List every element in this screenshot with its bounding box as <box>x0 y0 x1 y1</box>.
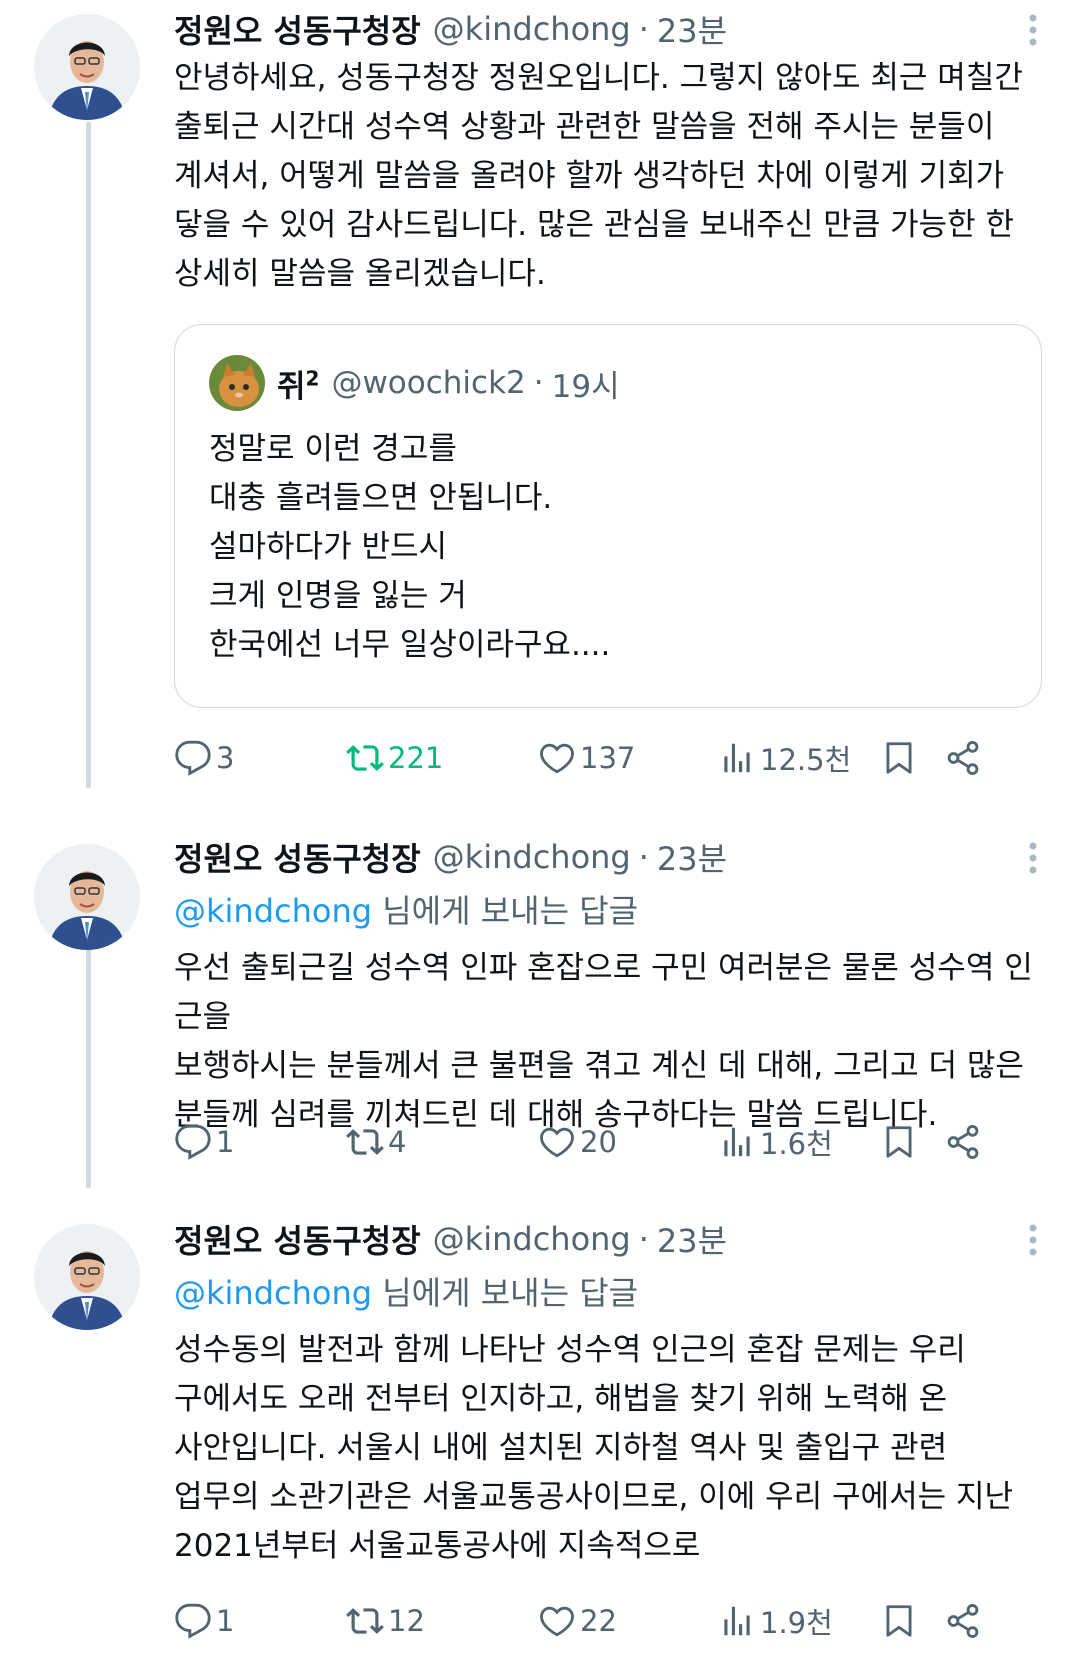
views-icon <box>724 1127 750 1157</box>
views-count: 1.6천 <box>760 1127 833 1161</box>
reply-count: 1 <box>216 1604 235 1638</box>
mention-link[interactable]: @kindchong <box>174 1274 372 1312</box>
reply-to-line: @kindchong 님에게 보내는 답글 <box>174 886 1050 936</box>
bookmark-icon <box>886 1605 912 1637</box>
share-button[interactable] <box>944 1118 986 1166</box>
more-icon[interactable] <box>1018 840 1048 876</box>
tweet-header: 정원오 성동구청장 @kindchong · 23분 <box>174 1216 1050 1262</box>
like-count: 22 <box>580 1604 617 1638</box>
action-bar: 1 4 20 1.6천 <box>174 1118 980 1166</box>
retweet-icon <box>346 745 384 771</box>
retweet-button[interactable]: 221 <box>346 734 443 782</box>
author-handle[interactable]: @kindchong <box>433 10 631 48</box>
share-icon <box>947 1125 979 1159</box>
tweet[interactable]: 정원오 성동구청장 @kindchong · 23분 @kindchong 님에… <box>0 1204 1080 1669</box>
like-icon <box>540 1606 574 1637</box>
avatar[interactable] <box>34 14 140 120</box>
separator-dot: · <box>638 1220 649 1258</box>
quote-timestamp: 19시 <box>551 368 620 405</box>
reply-to-line: @kindchong 님에게 보내는 답글 <box>174 1268 1050 1318</box>
like-count: 137 <box>580 741 636 775</box>
views-count: 12.5천 <box>760 743 852 777</box>
author-handle[interactable]: @kindchong <box>433 1220 631 1258</box>
share-button[interactable] <box>944 734 986 782</box>
tweet[interactable]: 정원오 성동구청장 @kindchong · 23분 안녕하세요, 성동구청장 … <box>0 0 1080 790</box>
retweet-button[interactable]: 4 <box>346 1118 406 1166</box>
views-icon <box>724 743 750 773</box>
avatar <box>209 355 265 411</box>
tweet-header: 정원오 성동구청장 @kindchong · 23분 <box>174 6 1050 52</box>
like-button[interactable]: 137 <box>538 734 635 782</box>
action-bar: 1 12 22 1.9천 <box>174 1597 980 1645</box>
like-count: 20 <box>580 1125 617 1159</box>
action-bar: 3 221 137 12.5천 <box>174 734 980 782</box>
reply-icon <box>175 1603 211 1639</box>
quote-text: 정말로 이런 경고를 대충 흘려들으면 안됩니다. 설마하다가 반드시 크게 인… <box>209 431 611 663</box>
share-icon <box>947 1604 979 1638</box>
reply-to-text: 님에게 보내는 답글 <box>372 1274 639 1312</box>
reply-button[interactable]: 3 <box>174 734 234 782</box>
author-handle[interactable]: @kindchong <box>433 838 631 876</box>
tweet-text: 안녕하세요, 성동구청장 정원오입니다. 그렇지 않아도 최근 며칠간 출퇴근 … <box>174 60 1023 292</box>
quote-tweet[interactable]: 쥐2 @woochick2 · 19시 정말로 이런 경고를 대충 흘려들으면 … <box>174 324 1042 708</box>
retweet-count: 221 <box>388 741 444 775</box>
retweet-count: 4 <box>388 1125 407 1159</box>
more-icon[interactable] <box>1018 1222 1048 1258</box>
tweet[interactable]: 정원오 성동구청장 @kindchong · 23분 @kindchong 님에… <box>0 822 1080 1182</box>
mention-link[interactable]: @kindchong <box>174 892 372 930</box>
views-count: 1.9천 <box>760 1606 833 1640</box>
author-name[interactable]: 정원오 성동구청장 <box>174 6 421 52</box>
tweet-header: 정원오 성동구청장 @kindchong · 23분 <box>174 834 1050 880</box>
retweet-button[interactable]: 12 <box>346 1597 425 1645</box>
like-button[interactable]: 22 <box>538 1597 617 1645</box>
quote-header: 쥐2 @woochick2 · 19시 <box>209 355 620 411</box>
timestamp[interactable]: 23분 <box>657 834 727 880</box>
share-button[interactable] <box>944 1597 986 1645</box>
avatar[interactable] <box>34 844 140 950</box>
reply-button[interactable]: 1 <box>174 1597 234 1645</box>
bookmark-button[interactable] <box>880 734 922 782</box>
bookmark-icon <box>886 742 912 774</box>
separator-dot: · <box>638 10 649 48</box>
reply-count: 1 <box>216 1125 235 1159</box>
timestamp[interactable]: 23분 <box>657 6 727 52</box>
separator-dot: · <box>638 838 649 876</box>
timestamp[interactable]: 23분 <box>657 1216 727 1262</box>
reply-count: 3 <box>216 741 235 775</box>
share-icon <box>947 741 979 775</box>
more-icon[interactable] <box>1018 12 1048 48</box>
bookmark-button[interactable] <box>880 1597 922 1645</box>
retweet-icon <box>346 1129 384 1155</box>
bookmark-button[interactable] <box>880 1118 922 1166</box>
bookmark-icon <box>886 1126 912 1158</box>
views-button[interactable]: 12.5천 <box>718 734 851 782</box>
reply-button[interactable]: 1 <box>174 1118 234 1166</box>
author-name[interactable]: 정원오 성동구청장 <box>174 834 421 880</box>
views-icon <box>724 1606 750 1636</box>
views-button[interactable]: 1.9천 <box>718 1597 833 1645</box>
like-icon <box>540 1127 574 1158</box>
reply-icon <box>175 1124 211 1160</box>
author-name[interactable]: 정원오 성동구청장 <box>174 1216 421 1262</box>
tweet-text: 성수동의 발전과 함께 나타난 성수역 인근의 혼잡 문제는 우리 구에서도 오… <box>174 1332 1014 1564</box>
retweet-count: 12 <box>388 1604 425 1638</box>
views-button[interactable]: 1.6천 <box>718 1118 833 1166</box>
retweet-icon <box>346 1608 384 1634</box>
like-button[interactable]: 20 <box>538 1118 617 1166</box>
avatar[interactable] <box>34 1224 140 1330</box>
tweet-text: 우선 출퇴근길 성수역 인파 혼잡으로 구민 여러분은 물론 성수역 인근을 보… <box>174 950 1033 1133</box>
quote-author-name-superscript: 2 <box>305 366 320 391</box>
reply-to-text: 님에게 보내는 답글 <box>372 892 639 930</box>
reply-icon <box>175 740 211 776</box>
quote-author-name: 쥐2 <box>277 366 320 405</box>
quote-author-handle: @woochick2 <box>331 365 526 401</box>
separator-dot: · <box>533 365 544 401</box>
like-icon <box>540 743 574 774</box>
